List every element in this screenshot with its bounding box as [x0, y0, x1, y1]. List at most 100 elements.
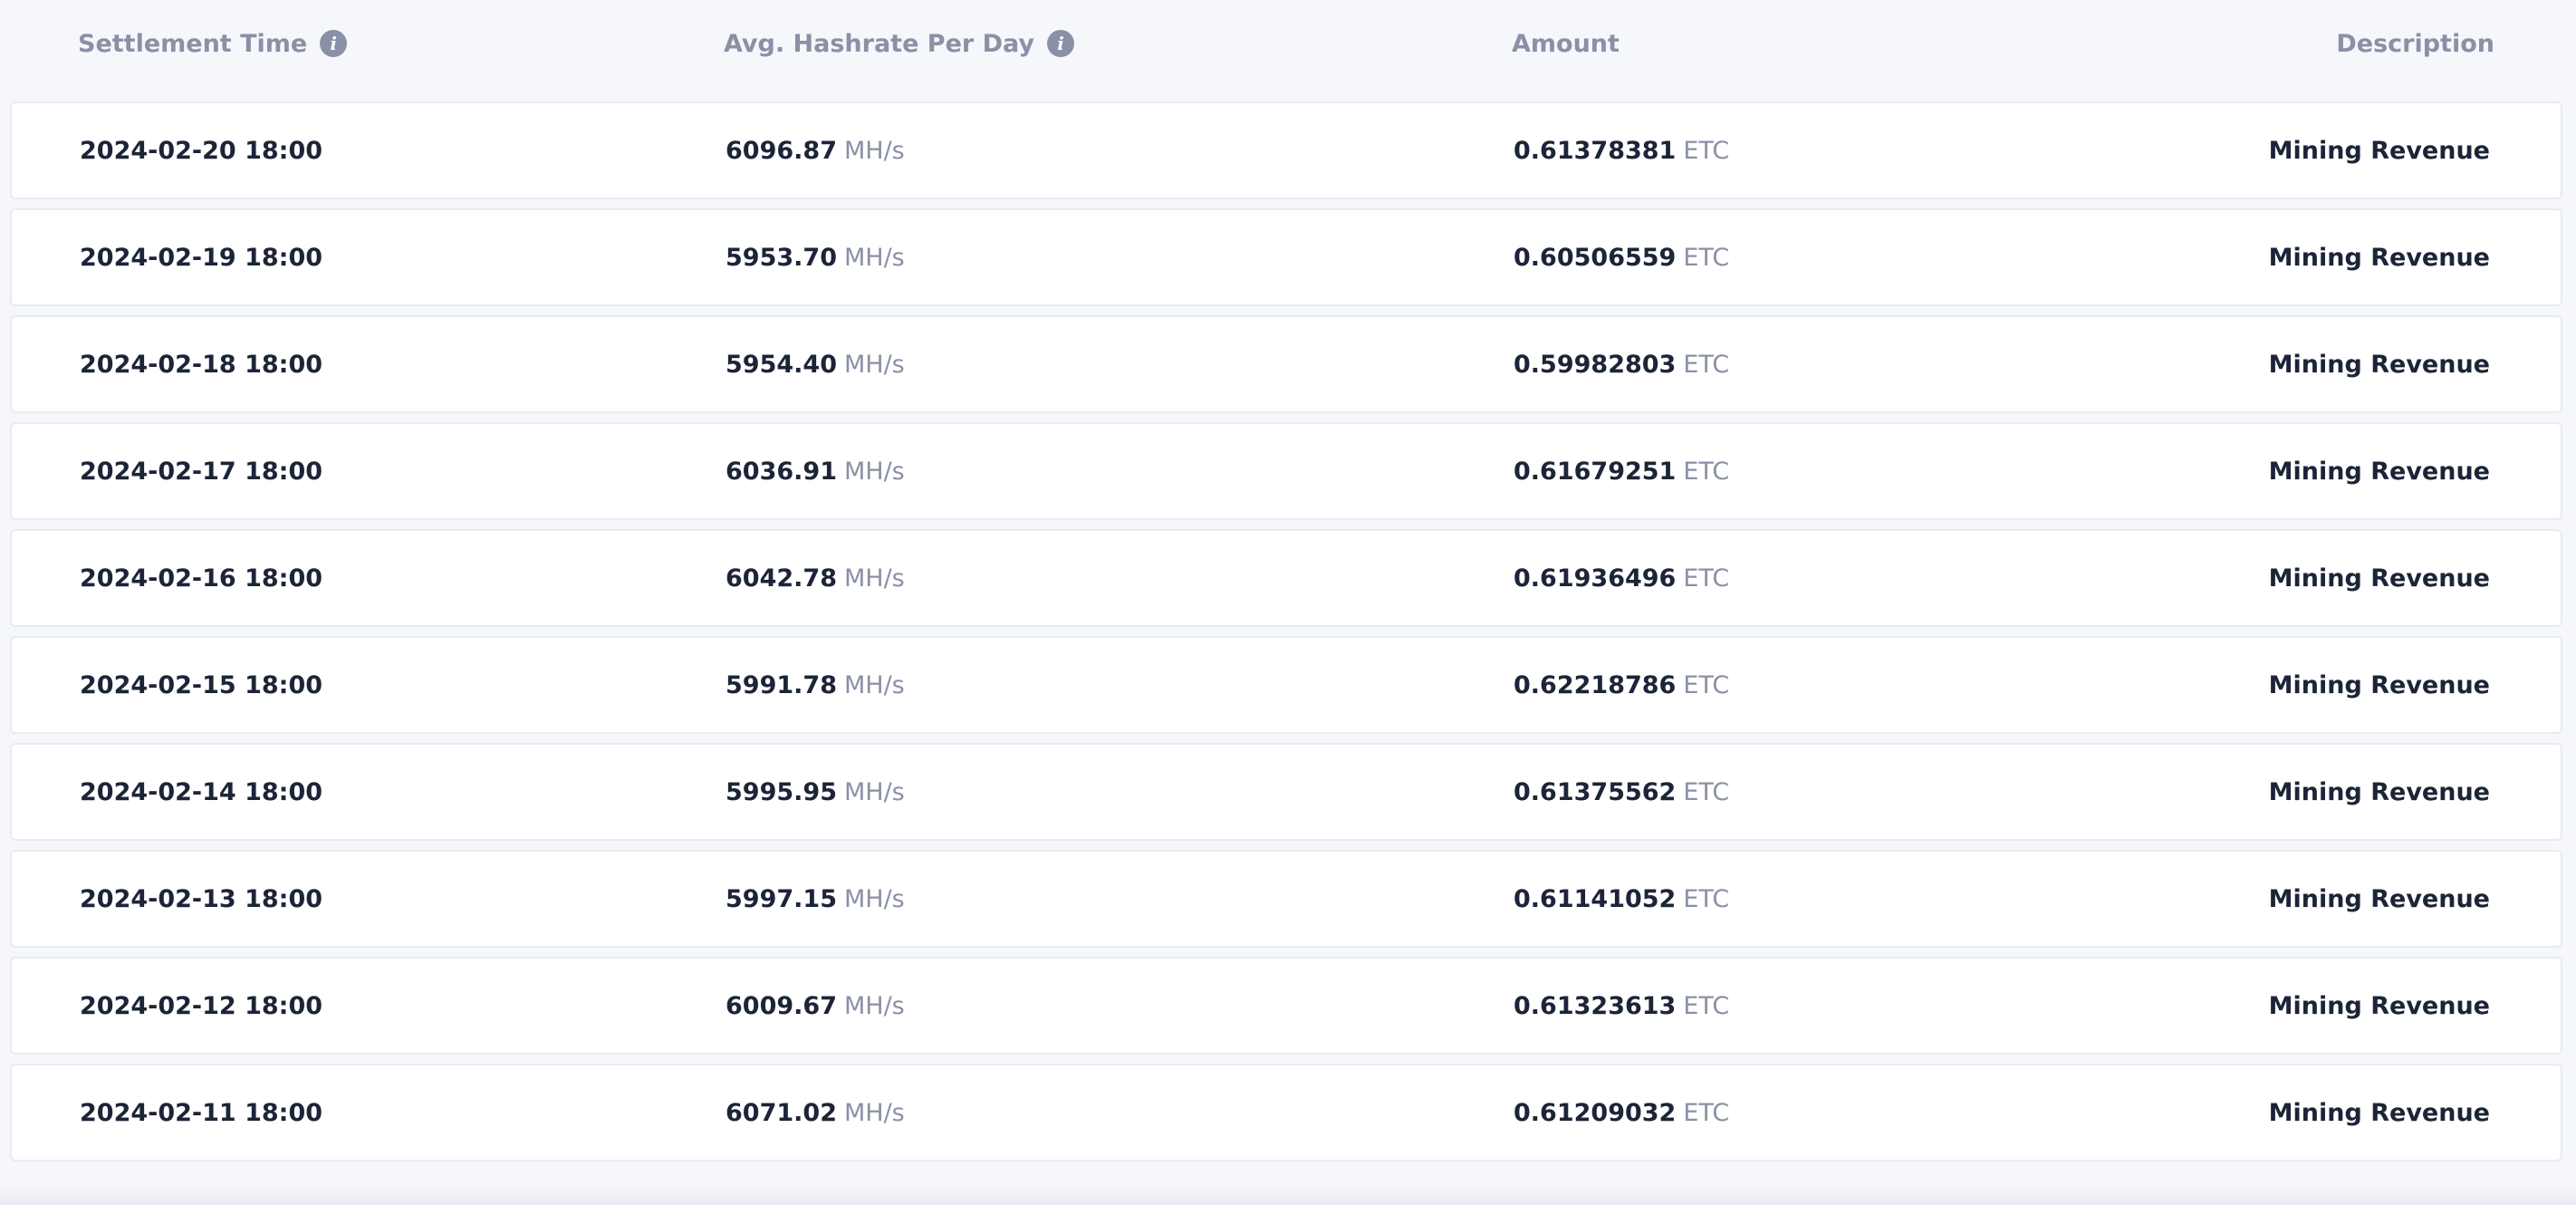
hashrate-unit: MH/s	[843, 1098, 905, 1127]
hashrate-unit: MH/s	[843, 350, 905, 379]
hashrate-value: 6042.78	[726, 564, 837, 593]
amount-value: 0.61141052	[1514, 884, 1677, 913]
table-header: Settlement Time i Avg. Hashrate Per Day …	[0, 0, 2576, 87]
hashrate-cell: 5991.78 MH/s	[726, 638, 905, 732]
hashrate-cell: 6036.91 MH/s	[726, 424, 905, 518]
hashrate-unit: MH/s	[843, 777, 905, 806]
settlement-time-cell: 2024-02-15 18:00	[80, 670, 323, 699]
amount-cell: 0.61209032 ETC	[1514, 1065, 1729, 1160]
settlement-time-cell: 2024-02-13 18:00	[80, 884, 323, 913]
amount-unit: ETC	[1683, 777, 1730, 806]
amount-unit: ETC	[1683, 136, 1730, 165]
amount-cell: 0.61679251 ETC	[1514, 424, 1729, 518]
hashrate-value: 6071.02	[726, 1098, 837, 1127]
amount-value: 0.61323613	[1514, 991, 1677, 1020]
amount-value: 0.61375562	[1514, 777, 1677, 806]
table-row: 2024-02-18 18:00 5954.40 MH/s 0.59982803 E…	[10, 315, 2562, 413]
hashrate-unit: MH/s	[843, 457, 905, 486]
amount-unit: ETC	[1683, 991, 1730, 1020]
amount-cell: 0.61323613 ETC	[1514, 959, 1729, 1053]
hashrate-unit: MH/s	[843, 884, 905, 913]
hashrate-value: 5995.95	[726, 777, 837, 806]
settlement-time-cell: 2024-02-14 18:00	[80, 777, 323, 806]
amount-cell: 0.61375562 ETC	[1514, 745, 1729, 839]
hashrate-cell: 6071.02 MH/s	[726, 1065, 905, 1160]
description-cell: Mining Revenue	[2268, 670, 2490, 699]
header-settlement-time: Settlement Time i	[78, 27, 348, 60]
amount-unit: ETC	[1683, 1098, 1730, 1127]
table-body: 2024-02-20 18:00 6096.87 MH/s 0.61378381 E…	[10, 101, 2562, 1171]
header-description: Description	[2336, 27, 2494, 60]
hashrate-cell: 5953.70 MH/s	[726, 210, 905, 304]
table-row: 2024-02-12 18:00 6009.67 MH/s 0.61323613 E…	[10, 957, 2562, 1055]
hashrate-value: 5991.78	[726, 670, 837, 699]
header-avg-hashrate-label: Avg. Hashrate Per Day	[724, 29, 1034, 58]
amount-cell: 0.61936496 ETC	[1514, 531, 1729, 625]
settlement-time-cell: 2024-02-12 18:00	[80, 991, 323, 1020]
amount-unit: ETC	[1683, 564, 1730, 593]
hashrate-unit: MH/s	[843, 670, 905, 699]
amount-cell: 0.60506559 ETC	[1514, 210, 1729, 304]
hashrate-unit: MH/s	[843, 991, 905, 1020]
description-cell: Mining Revenue	[2268, 991, 2490, 1020]
bottom-scroll-fade	[0, 1185, 2576, 1205]
settlement-time-cell: 2024-02-20 18:00	[80, 136, 323, 165]
amount-unit: ETC	[1683, 350, 1730, 379]
hashrate-value: 5997.15	[726, 884, 837, 913]
hashrate-value: 5954.40	[726, 350, 837, 379]
revenue-page: Settlement Time i Avg. Hashrate Per Day …	[0, 0, 2576, 1205]
header-avg-hashrate: Avg. Hashrate Per Day i	[724, 27, 1074, 60]
table-row: 2024-02-13 18:00 5997.15 MH/s 0.61141052 E…	[10, 850, 2562, 948]
description-cell: Mining Revenue	[2268, 777, 2490, 806]
description-cell: Mining Revenue	[2268, 1098, 2490, 1127]
amount-unit: ETC	[1683, 670, 1730, 699]
description-cell: Mining Revenue	[2268, 564, 2490, 593]
settlement-time-cell: 2024-02-11 18:00	[80, 1098, 323, 1127]
settlement-time-cell: 2024-02-17 18:00	[80, 457, 323, 486]
header-amount-label: Amount	[1512, 29, 1620, 58]
settlement-time-cell: 2024-02-16 18:00	[80, 564, 323, 593]
hashrate-unit: MH/s	[843, 564, 905, 593]
table-row: 2024-02-19 18:00 5953.70 MH/s 0.60506559 E…	[10, 208, 2562, 306]
table-row: 2024-02-17 18:00 6036.91 MH/s 0.61679251 E…	[10, 422, 2562, 520]
table-row: 2024-02-11 18:00 6071.02 MH/s 0.61209032 E…	[10, 1064, 2562, 1162]
hashrate-value: 6036.91	[726, 457, 837, 486]
hashrate-cell: 5954.40 MH/s	[726, 317, 905, 411]
description-cell: Mining Revenue	[2268, 457, 2490, 486]
table-row: 2024-02-16 18:00 6042.78 MH/s 0.61936496 E…	[10, 529, 2562, 627]
settlement-time-cell: 2024-02-19 18:00	[80, 243, 323, 272]
amount-cell: 0.61141052 ETC	[1514, 852, 1729, 946]
info-icon[interactable]: i	[320, 30, 348, 57]
header-amount: Amount	[1512, 27, 1620, 60]
amount-value: 0.61378381	[1514, 136, 1677, 165]
table-row: 2024-02-15 18:00 5991.78 MH/s 0.62218786 E…	[10, 636, 2562, 734]
amount-value: 0.61679251	[1514, 457, 1677, 486]
amount-unit: ETC	[1683, 243, 1730, 272]
hashrate-cell: 6096.87 MH/s	[726, 103, 905, 198]
amount-value: 0.61209032	[1514, 1098, 1677, 1127]
description-cell: Mining Revenue	[2268, 884, 2490, 913]
hashrate-value: 6009.67	[726, 991, 837, 1020]
description-cell: Mining Revenue	[2268, 243, 2490, 272]
description-cell: Mining Revenue	[2268, 350, 2490, 379]
amount-value: 0.62218786	[1514, 670, 1677, 699]
amount-cell: 0.59982803 ETC	[1514, 317, 1729, 411]
hashrate-cell: 5995.95 MH/s	[726, 745, 905, 839]
amount-value: 0.61936496	[1514, 564, 1677, 593]
hashrate-cell: 6009.67 MH/s	[726, 959, 905, 1053]
amount-cell: 0.61378381 ETC	[1514, 103, 1729, 198]
hashrate-value: 6096.87	[726, 136, 837, 165]
description-cell: Mining Revenue	[2268, 136, 2490, 165]
hashrate-unit: MH/s	[843, 243, 905, 272]
hashrate-cell: 6042.78 MH/s	[726, 531, 905, 625]
amount-cell: 0.62218786 ETC	[1514, 638, 1729, 732]
table-row: 2024-02-20 18:00 6096.87 MH/s 0.61378381 E…	[10, 101, 2562, 199]
table-row: 2024-02-14 18:00 5995.95 MH/s 0.61375562 E…	[10, 743, 2562, 841]
header-settlement-time-label: Settlement Time	[78, 29, 308, 58]
header-description-label: Description	[2336, 29, 2494, 58]
info-icon[interactable]: i	[1047, 30, 1074, 57]
hashrate-unit: MH/s	[843, 136, 905, 165]
amount-unit: ETC	[1683, 884, 1730, 913]
amount-value: 0.60506559	[1514, 243, 1677, 272]
settlement-time-cell: 2024-02-18 18:00	[80, 350, 323, 379]
